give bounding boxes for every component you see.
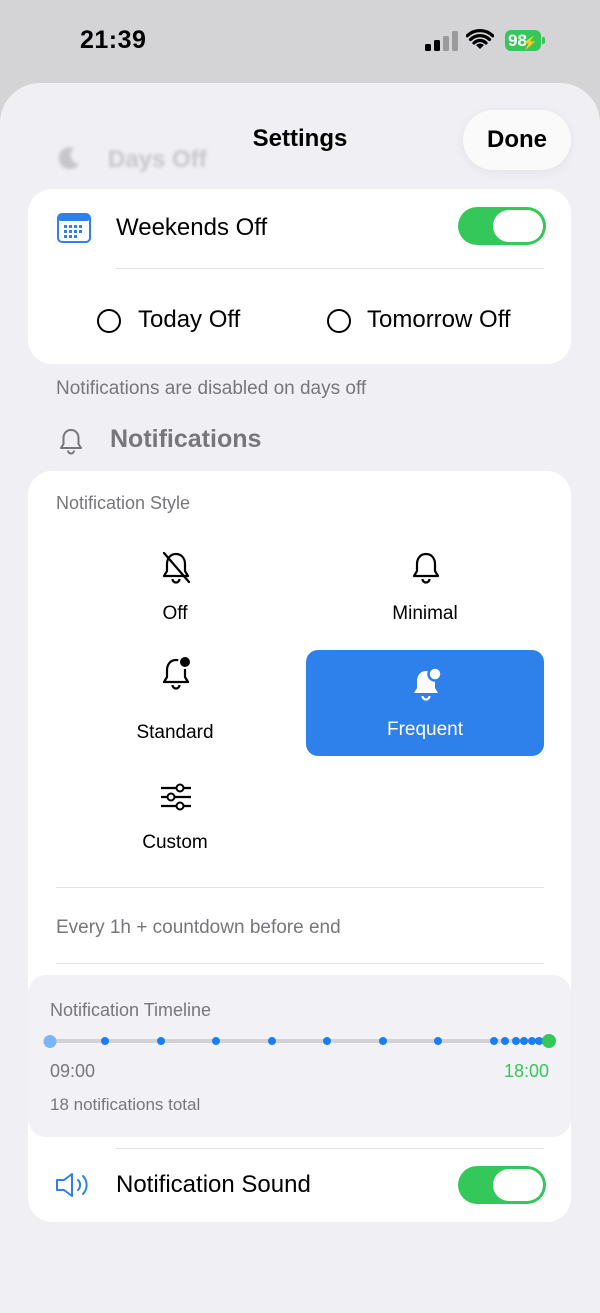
timeline-dot	[520, 1037, 529, 1045]
bell-icon	[412, 552, 440, 584]
sliders-icon	[161, 783, 191, 811]
divider	[116, 1148, 544, 1149]
notification-sound-toggle[interactable]	[458, 1166, 546, 1204]
style-option-label: Standard	[136, 722, 214, 743]
notifications-section-title: Notifications	[110, 425, 262, 453]
status-time: 21:39	[80, 26, 147, 54]
timeline-dot	[434, 1037, 443, 1045]
style-option-minimal[interactable]: Minimal	[306, 534, 544, 640]
notification-sound-label: Notification Sound	[116, 1171, 311, 1198]
timeline-line	[50, 1039, 549, 1043]
tomorrow-off-radio[interactable]	[327, 309, 351, 333]
style-option-label: Minimal	[392, 603, 458, 624]
timeline-dot	[323, 1037, 332, 1045]
divider	[56, 963, 544, 964]
tomorrow-off-label[interactable]: Tomorrow Off	[367, 306, 511, 334]
timeline-dot	[511, 1037, 520, 1045]
today-off-radio[interactable]	[97, 309, 121, 333]
charging-bolt-icon: ⚡	[521, 35, 538, 50]
timeline-dot	[267, 1037, 276, 1045]
weekends-off-toggle[interactable]	[458, 207, 546, 245]
timeline-dot	[489, 1037, 498, 1045]
notification-style-description: Every 1h + countdown before end	[56, 917, 341, 938]
cellular-signal-icon	[425, 31, 459, 51]
notification-style-label: Notification Style	[56, 493, 191, 513]
timeline-dot	[101, 1037, 110, 1045]
timeline-dot	[156, 1037, 165, 1045]
style-option-frequent[interactable]: Frequent	[306, 650, 544, 756]
timeline-track	[43, 1034, 556, 1048]
bell-icon	[60, 429, 82, 455]
timeline-total-count: 18 notifications total	[50, 1095, 201, 1114]
battery-indicator: 98 ⚡	[505, 30, 541, 51]
style-option-label: Off	[162, 603, 188, 624]
divider	[116, 268, 544, 269]
divider	[56, 887, 544, 888]
style-option-custom[interactable]: Custom	[56, 763, 294, 869]
timeline-title: Notification Timeline	[50, 1000, 212, 1020]
status-bar: 21:39 98 ⚡	[0, 0, 600, 84]
timeline-dot	[500, 1037, 509, 1045]
bell-slash-icon	[162, 551, 191, 584]
bell-badge-icon	[162, 655, 192, 690]
notification-timeline: Notification Timeline 09:00 18:00 18 not…	[28, 975, 571, 1137]
today-off-label[interactable]: Today Off	[138, 306, 240, 334]
timeline-start-time: 09:00	[50, 1061, 96, 1081]
settings-sheet: Days Off Settings Done Weekends Off Toda…	[0, 83, 600, 1313]
calendar-icon	[57, 213, 91, 243]
timeline-dot	[43, 1034, 57, 1048]
done-button[interactable]: Done	[463, 110, 571, 170]
days-off-footer: Notifications are disabled on days off	[56, 378, 367, 399]
weekends-off-label: Weekends Off	[116, 214, 268, 241]
notifications-card: Notification Style Off Minimal Standard	[28, 471, 571, 1222]
timeline-dot	[212, 1037, 221, 1045]
style-option-label: Custom	[142, 832, 208, 853]
timeline-end-time: 18:00	[503, 1061, 549, 1081]
style-option-label: Frequent	[386, 719, 464, 740]
style-option-standard[interactable]: Standard	[56, 653, 294, 759]
bell-badge-icon	[414, 666, 443, 701]
speaker-icon	[56, 1173, 88, 1197]
days-off-card: Weekends Off Today Off Tomorrow Off	[28, 189, 571, 364]
timeline-dot	[542, 1034, 556, 1048]
wifi-icon	[466, 29, 494, 49]
timeline-dot	[378, 1037, 387, 1045]
style-option-off[interactable]: Off	[56, 534, 294, 640]
